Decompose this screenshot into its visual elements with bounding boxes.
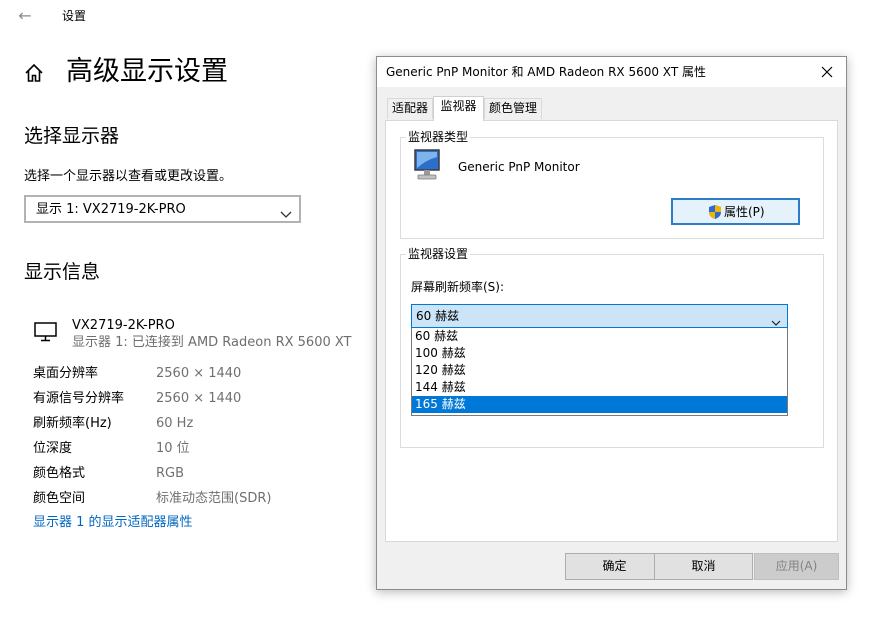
info-value-refresh-rate: 60 Hz	[156, 416, 194, 431]
refresh-rate-value: 60 赫兹	[416, 309, 460, 323]
info-label-color-format: 颜色格式	[33, 466, 86, 481]
select-display-heading: 选择显示器	[24, 125, 120, 147]
refresh-option-60[interactable]: 60 赫兹	[412, 328, 787, 345]
info-value-desktop-resolution: 2560 × 1440	[156, 366, 242, 381]
info-value-bit-depth: 10 位	[156, 441, 190, 456]
monitor-device-icon	[412, 148, 442, 182]
back-arrow-icon[interactable]: ←	[14, 5, 36, 27]
info-value-color-space: 标准动态范围(SDR)	[156, 491, 272, 506]
display-select-value: 显示 1: VX2719-2K-PRO	[36, 202, 186, 217]
info-label-color-space: 颜色空间	[33, 491, 86, 506]
display-info-heading: 显示信息	[24, 261, 101, 283]
apply-button[interactable]: 应用(A)	[754, 553, 839, 580]
monitor-icon	[33, 320, 59, 342]
select-display-description: 选择一个显示器以查看或更改设置。	[24, 169, 233, 184]
refresh-option-120[interactable]: 120 赫兹	[412, 362, 787, 379]
refresh-option-165[interactable]: 165 赫兹	[412, 396, 787, 413]
ok-button[interactable]: 确定	[565, 553, 664, 580]
monitor-type-legend: 监视器类型	[406, 130, 471, 144]
uac-shield-icon	[708, 204, 722, 220]
info-value-active-signal-resolution: 2560 × 1440	[156, 391, 242, 406]
monitor-name: VX2719-2K-PRO	[72, 318, 175, 333]
display-select-dropdown[interactable]: 显示 1: VX2719-2K-PRO	[24, 195, 301, 223]
refresh-option-100[interactable]: 100 赫兹	[412, 345, 787, 362]
monitor-type-name: Generic PnP Monitor	[458, 160, 580, 174]
page-title: 高级显示设置	[66, 56, 228, 87]
monitor-subtitle: 显示器 1: 已连接到 AMD Radeon RX 5600 XT	[72, 335, 352, 350]
info-label-bit-depth: 位深度	[33, 441, 73, 456]
chevron-down-icon	[280, 204, 292, 218]
monitor-properties-dialog: Generic PnP Monitor 和 AMD Radeon RX 5600…	[376, 56, 847, 590]
tab-monitor[interactable]: 监视器	[433, 96, 484, 121]
cancel-button[interactable]: 取消	[654, 553, 753, 580]
monitor-settings-legend: 监视器设置	[406, 247, 471, 261]
refresh-rate-label: 屏幕刷新频率(S):	[411, 280, 505, 294]
refresh-option-144[interactable]: 144 赫兹	[412, 379, 787, 396]
info-label-refresh-rate: 刷新频率(Hz)	[33, 416, 112, 431]
monitor-properties-button[interactable]: 属性(P)	[671, 198, 800, 225]
refresh-rate-options-list: 60 赫兹 100 赫兹 120 赫兹 144 赫兹 165 赫兹	[411, 328, 788, 416]
dialog-title: Generic PnP Monitor 和 AMD Radeon RX 5600…	[386, 65, 706, 79]
info-value-color-format: RGB	[156, 466, 185, 481]
info-label-active-signal-resolution: 有源信号分辨率	[33, 391, 125, 406]
app-title: 设置	[62, 9, 87, 23]
info-label-desktop-resolution: 桌面分辨率	[33, 366, 99, 381]
close-icon[interactable]	[817, 62, 837, 82]
properties-button-label: 属性(P)	[724, 205, 765, 219]
adapter-properties-link[interactable]: 显示器 1 的显示适配器属性	[33, 514, 193, 532]
tab-color-management[interactable]: 颜色管理	[484, 98, 542, 119]
refresh-rate-select[interactable]: 60 赫兹	[411, 304, 788, 328]
home-icon[interactable]	[23, 62, 45, 84]
tab-adapter[interactable]: 适配器	[387, 98, 433, 119]
chevron-down-icon	[771, 312, 781, 326]
